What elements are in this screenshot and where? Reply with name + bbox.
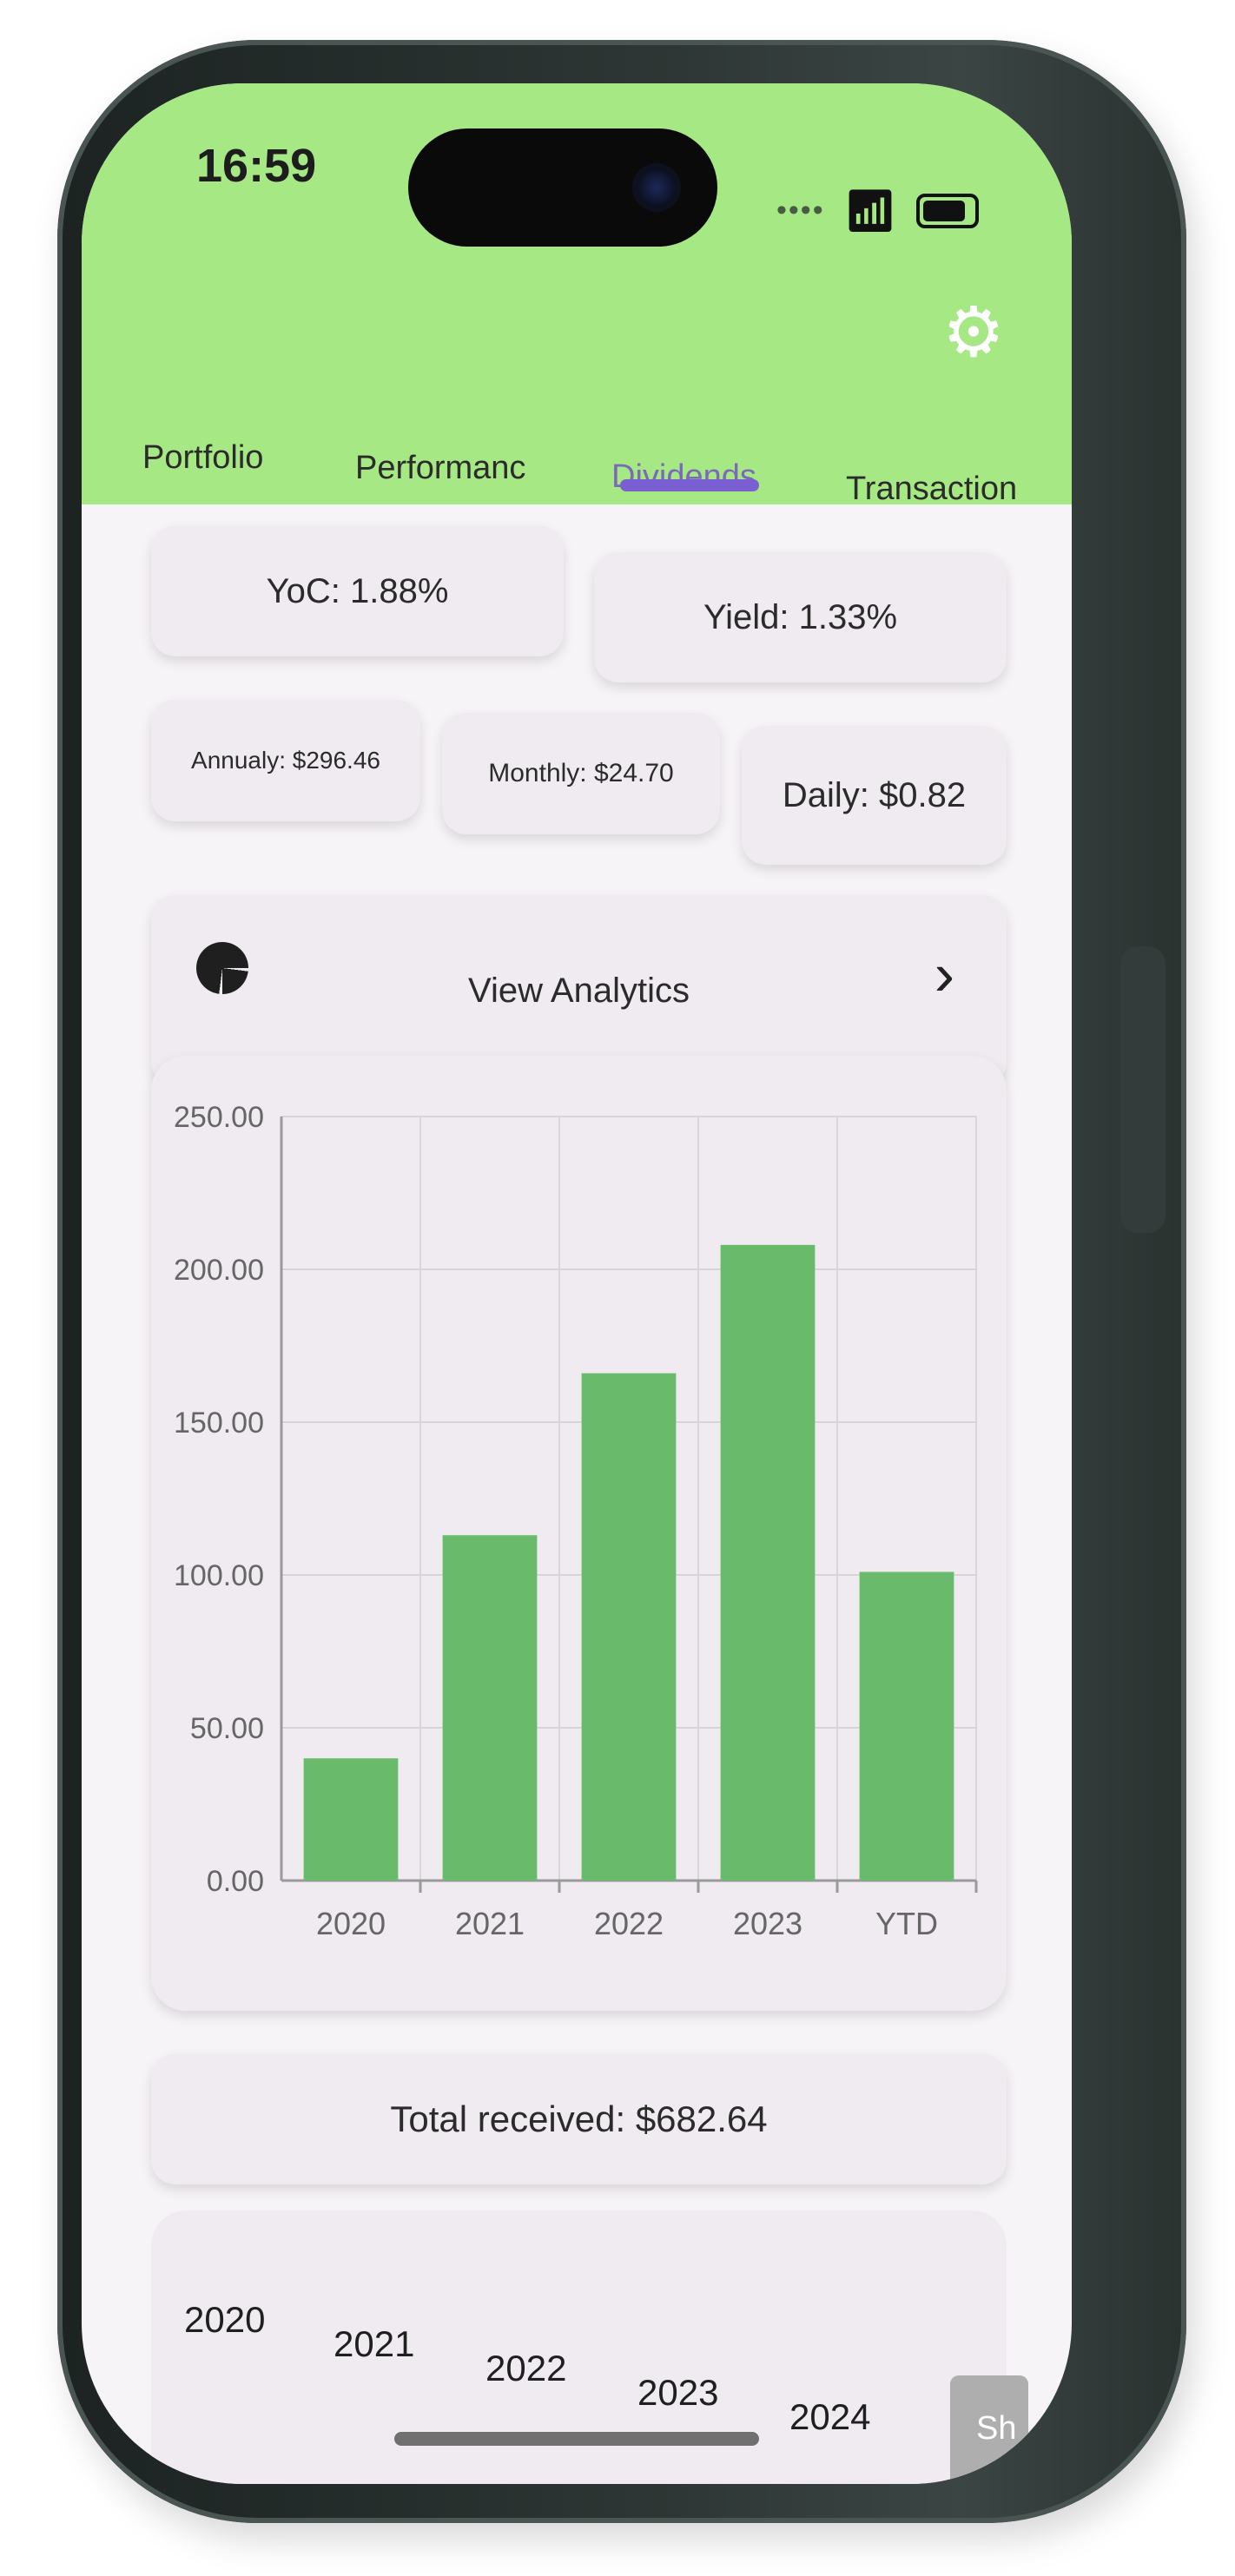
monthly-value: Monthly: $24.70 xyxy=(488,759,674,787)
status-icons: •••• 📶︎ xyxy=(776,186,979,235)
app-header: 16:59 •••• 📶︎ ⚙ Portfolio Performanc Div… xyxy=(82,83,1072,507)
app-screen: 16:59 •••• 📶︎ ⚙ Portfolio Performanc Div… xyxy=(82,83,1072,2484)
y-tick-label: 150.00 xyxy=(174,1407,264,1440)
daily-card: Daily: $0.82 xyxy=(742,726,1007,865)
bar-2022 xyxy=(581,1373,677,1881)
chevron-right-icon: › xyxy=(934,940,954,1008)
year-2024[interactable]: 2024 xyxy=(789,2396,870,2438)
tab-transactions[interactable]: Transaction xyxy=(846,471,1037,508)
yoc-value: YoC: 1.88% xyxy=(266,571,449,610)
monthly-card: Monthly: $24.70 xyxy=(442,713,720,834)
pie-chart-icon xyxy=(196,942,248,994)
wifi-icon: 📶︎ xyxy=(843,188,897,234)
yield-card: Yield: 1.33% xyxy=(594,552,1007,682)
annual-value: Annualy: $296.46 xyxy=(191,747,380,774)
dividends-bar-chart: 0.00 50.00 100.00 150.00 200.00 250.00 2020 202… xyxy=(174,1101,978,1941)
bar-2023 xyxy=(720,1244,816,1881)
side-button xyxy=(1120,946,1166,1233)
year-2022[interactable]: 2022 xyxy=(485,2348,566,2389)
annual-card: Annualy: $296.46 xyxy=(151,700,420,821)
dividends-chart-card: 0.00 50.00 100.00 150.00 200.00 250.00 2020 202… xyxy=(151,1056,1007,2011)
home-indicator[interactable] xyxy=(394,2432,759,2446)
year-2021[interactable]: 2021 xyxy=(334,2323,414,2365)
gear-icon[interactable]: ⚙ xyxy=(941,298,1006,367)
y-tick-label: 200.00 xyxy=(174,1254,264,1287)
year-2023[interactable]: 2023 xyxy=(637,2372,718,2414)
y-tick-label: 50.00 xyxy=(190,1712,264,1745)
yield-value: Yield: 1.33% xyxy=(703,597,898,636)
signal-icon: •••• xyxy=(776,194,825,227)
x-tick-label: 2021 xyxy=(455,1906,525,1941)
y-tick-label: 100.00 xyxy=(174,1559,264,1592)
bar-ytd xyxy=(859,1571,954,1881)
x-tick-label: 2023 xyxy=(733,1906,802,1941)
tab-portfolio[interactable]: Portfolio xyxy=(142,439,263,477)
battery-icon xyxy=(915,193,979,228)
x-tick-label: 2020 xyxy=(316,1906,386,1941)
year-2020[interactable]: 2020 xyxy=(184,2299,265,2341)
status-time: 16:59 xyxy=(196,140,317,192)
total-received-value: Total received: $682.64 xyxy=(390,2098,768,2139)
view-analytics-label: View Analytics xyxy=(468,971,690,1010)
x-tick-label: 2022 xyxy=(594,1906,664,1941)
bar-2020 xyxy=(303,1758,399,1881)
dynamic-island xyxy=(408,128,717,247)
y-tick-label: 250.00 xyxy=(174,1101,264,1134)
tab-indicator xyxy=(620,479,759,491)
tab-performance[interactable]: Performanc xyxy=(355,450,555,487)
x-tick-label: YTD xyxy=(875,1906,938,1941)
daily-value: Daily: $0.82 xyxy=(782,775,967,814)
bar-2021 xyxy=(442,1535,538,1881)
y-tick-label: 0.00 xyxy=(207,1865,264,1898)
share-button[interactable]: Sh xyxy=(950,2375,1028,2484)
tab-bar: Portfolio Performanc Dividends Transacti… xyxy=(82,387,1072,507)
yoc-card: YoC: 1.88% xyxy=(151,526,564,656)
camera-icon xyxy=(632,163,681,212)
total-received-card: Total received: $682.64 xyxy=(151,2054,1007,2184)
